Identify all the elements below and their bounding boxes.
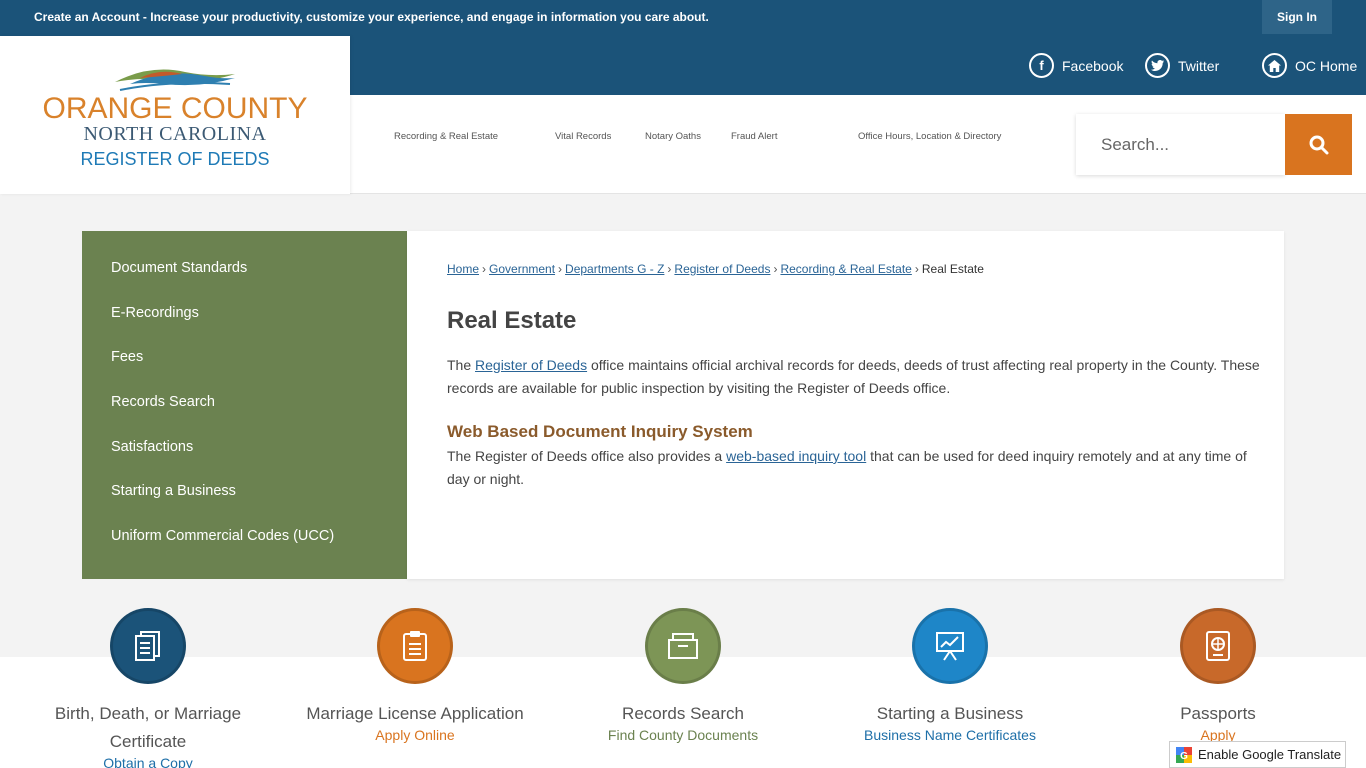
quicklink-title: Starting a Business [876, 704, 1024, 723]
breadcrumb-register-of-deeds[interactable]: Register of Deeds [674, 262, 770, 276]
twitter-icon [1145, 53, 1170, 78]
presentation-icon [912, 608, 988, 684]
quicklink-certificates[interactable]: Birth, Death, or Marriage Certificate Ob… [28, 608, 268, 768]
quicklink-passports[interactable]: Passports Apply [1098, 608, 1338, 744]
folder-icon [645, 608, 721, 684]
hills-logo-icon [115, 69, 235, 91]
sidebar-item-records-search[interactable]: Records Search [111, 394, 215, 410]
search-button[interactable] [1285, 114, 1352, 175]
nav-office-hours[interactable]: Office Hours, Location & Directory [858, 131, 1001, 142]
quicklink-subtitle[interactable]: Business Name Certificates [830, 726, 1070, 744]
breadcrumb-government[interactable]: Government [489, 262, 555, 276]
page-title: Real Estate [447, 307, 577, 334]
oc-home-label: OC Home [1295, 57, 1358, 74]
inquiry-text-start: The Register of Deeds office also provid… [447, 448, 727, 464]
twitter-link[interactable]: Twitter [1145, 53, 1219, 78]
section-heading: Web Based Document Inquiry System [447, 422, 753, 441]
quicklink-subtitle[interactable]: Find County Documents [563, 726, 803, 744]
search-icon [1309, 135, 1328, 154]
twitter-label: Twitter [1178, 57, 1220, 74]
google-translate-button[interactable]: G Enable Google Translate [1169, 741, 1346, 768]
nav-recording-real-estate[interactable]: Recording & Real Estate [394, 131, 498, 142]
oc-home-link[interactable]: OC Home [1262, 53, 1357, 78]
account-banner-text[interactable]: Create an Account - Increase your produc… [34, 10, 709, 24]
quicklink-subtitle[interactable]: Apply Online [295, 726, 535, 744]
quicklink-title: Records Search [622, 704, 744, 723]
nav-fraud-alert[interactable]: Fraud Alert [731, 131, 777, 142]
breadcrumb-separator: › [667, 262, 672, 276]
account-banner: Create an Account - Increase your produc… [0, 0, 1366, 36]
search-input[interactable] [1076, 114, 1285, 175]
intro-paragraph: The Register of Deeds office maintains o… [447, 354, 1262, 400]
quicklink-subtitle[interactable]: Obtain a Copy [28, 754, 268, 768]
logo-department-name: REGISTER OF DEEDS [80, 149, 270, 169]
quicklink-title: Passports [1180, 704, 1256, 723]
svg-text:G: G [1180, 751, 1188, 762]
passport-icon [1180, 608, 1256, 684]
nav-notary-oaths[interactable]: Notary Oaths [645, 131, 701, 142]
main-content: Home › Government › Departments G - Z › Regist… [407, 231, 1284, 579]
sidebar-item-satisfactions[interactable]: Satisfactions [111, 439, 193, 455]
sidebar-item-document-standards[interactable]: Document Standards [111, 260, 247, 276]
quicklink-starting-business[interactable]: Starting a Business Business Name Certif… [830, 608, 1070, 744]
home-icon [1262, 53, 1287, 78]
create-account-link[interactable]: Create an Account [34, 10, 140, 24]
sidebar-item-ucc[interactable]: Uniform Commercial Codes (UCC) [111, 528, 334, 544]
inquiry-tool-link[interactable]: web-based inquiry tool [726, 448, 866, 464]
breadcrumb: Home › Government › Departments G - Z › Regist… [447, 262, 984, 276]
breadcrumb-current: Real Estate [921, 262, 984, 276]
account-banner-message: - Increase your productivity, customize … [139, 10, 709, 24]
inquiry-paragraph: The Register of Deeds office also provid… [447, 445, 1262, 491]
facebook-link[interactable]: f Facebook [1029, 53, 1123, 78]
breadcrumb-recording[interactable]: Recording & Real Estate [780, 262, 911, 276]
sidebar-item-starting-business[interactable]: Starting a Business [111, 483, 236, 499]
clipboard-icon [377, 608, 453, 684]
sign-in-button[interactable]: Sign In [1262, 0, 1332, 34]
nav-vital-records[interactable]: Vital Records [555, 131, 611, 142]
logo-state-name: NORTH CAROLINA [83, 123, 267, 145]
quicklink-records-search[interactable]: Records Search Find County Documents [563, 608, 803, 744]
quicklink-title: Birth, Death, or Marriage Certificate [54, 704, 242, 751]
breadcrumb-separator: › [773, 262, 778, 276]
breadcrumb-separator: › [558, 262, 563, 276]
intro-text-start: The [447, 357, 476, 373]
sidebar-menu: Document Standards E-Recordings Fees Rec… [82, 231, 407, 579]
logo-county-name: ORANGE COUNTY [42, 92, 308, 125]
facebook-label: Facebook [1062, 57, 1124, 74]
document-icon [110, 608, 186, 684]
sidebar-item-e-recordings[interactable]: E-Recordings [111, 305, 199, 321]
breadcrumb-separator: › [914, 262, 919, 276]
quicklink-title: Marriage License Application [306, 704, 524, 723]
google-icon: G [1176, 746, 1192, 763]
site-logo[interactable]: ORANGE COUNTY NORTH CAROLINA REGISTER OF… [0, 36, 350, 194]
sidebar-item-fees[interactable]: Fees [111, 349, 143, 365]
breadcrumb-home[interactable]: Home [447, 262, 479, 276]
quicklink-marriage-license[interactable]: Marriage License Application Apply Onlin… [295, 608, 535, 744]
translate-label: Enable Google Translate [1198, 747, 1342, 762]
register-of-deeds-link[interactable]: Register of Deeds [475, 357, 587, 373]
breadcrumb-separator: › [482, 262, 487, 276]
facebook-icon: f [1029, 53, 1054, 78]
breadcrumb-departments[interactable]: Departments G - Z [565, 262, 664, 276]
